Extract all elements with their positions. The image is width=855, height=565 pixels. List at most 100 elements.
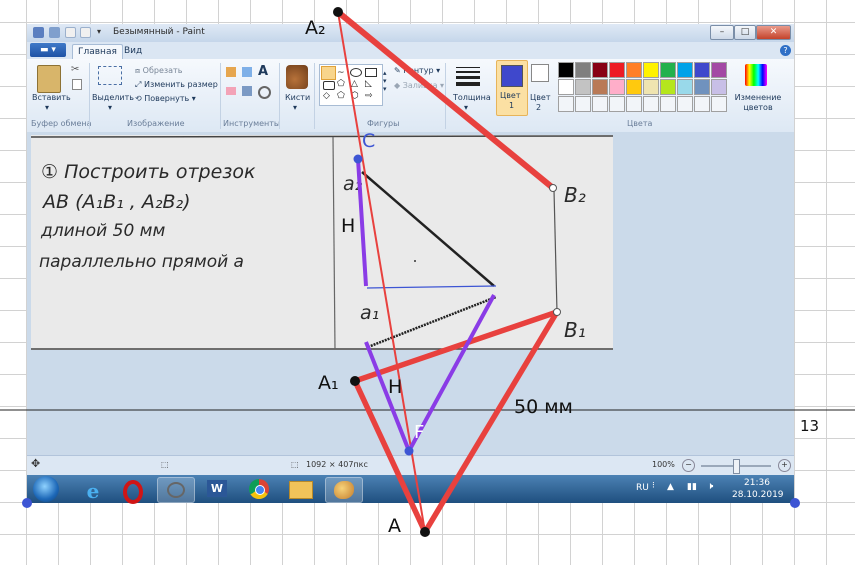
- curve-shape-icon[interactable]: ~: [337, 68, 345, 78]
- palette-swatch[interactable]: [677, 96, 693, 112]
- keyboard-layout-icon[interactable]: ⁝: [652, 481, 655, 491]
- palette-swatch[interactable]: [609, 62, 625, 78]
- color2-label[interactable]: Цвет: [530, 93, 551, 102]
- tray-arrow-icon[interactable]: ▲: [667, 482, 674, 492]
- palette-swatch[interactable]: [694, 96, 710, 112]
- language-indicator[interactable]: RU: [636, 483, 649, 493]
- tab-home[interactable]: Главная: [72, 44, 123, 60]
- palette-swatch[interactable]: [677, 79, 693, 95]
- size-icon[interactable]: [456, 67, 480, 86]
- ie-taskbar-icon[interactable]: e: [75, 477, 111, 503]
- palette-swatch[interactable]: [558, 96, 574, 112]
- color2-swatch[interactable]: [531, 64, 549, 82]
- palette-swatch[interactable]: [626, 62, 642, 78]
- palette-swatch[interactable]: [575, 79, 591, 95]
- help-icon[interactable]: ?: [780, 45, 791, 56]
- start-button[interactable]: [33, 476, 59, 502]
- diamond-shape-icon[interactable]: ◇: [323, 91, 330, 101]
- redo-icon[interactable]: [80, 27, 91, 38]
- polygon-shape-icon[interactable]: ⬠: [337, 79, 345, 89]
- palette-swatch[interactable]: [592, 79, 608, 95]
- palette-swatch[interactable]: [643, 62, 659, 78]
- select-dropdown-icon[interactable]: ▾: [108, 103, 112, 112]
- palette-swatch[interactable]: [643, 79, 659, 95]
- drawing-canvas[interactable]: ① Построить отрезок АВ (А₁В₁ , А₂В₂) дли…: [31, 135, 613, 350]
- fill-button[interactable]: ◆ Заливка ▾: [394, 81, 444, 90]
- opera-taskbar-icon[interactable]: [115, 477, 151, 504]
- crop-button[interactable]: ⧈ Обрезать: [135, 66, 182, 76]
- copy-icon[interactable]: [72, 79, 82, 90]
- paint-taskbar-icon[interactable]: [325, 477, 363, 503]
- select-icon[interactable]: [98, 66, 122, 85]
- palette-swatch[interactable]: [660, 79, 676, 95]
- palette-swatch[interactable]: [694, 62, 710, 78]
- color-picker-icon[interactable]: [242, 86, 252, 96]
- rotate-button[interactable]: ⟲ Повернуть ▾: [135, 94, 196, 103]
- arrow-shape-icon[interactable]: ⇨: [365, 91, 373, 101]
- text-tool-icon[interactable]: A: [258, 64, 268, 79]
- eraser-icon[interactable]: [226, 87, 236, 95]
- close-button[interactable]: ✕: [756, 25, 791, 40]
- palette-swatch[interactable]: [575, 96, 591, 112]
- geogebra-taskbar-icon[interactable]: [157, 477, 195, 503]
- palette-swatch[interactable]: [592, 62, 608, 78]
- size-label[interactable]: Толщина: [453, 93, 491, 102]
- palette-swatch[interactable]: [660, 62, 676, 78]
- paste-label[interactable]: Вставить: [32, 93, 71, 102]
- select-label[interactable]: Выделить: [92, 93, 134, 102]
- paste-icon[interactable]: [37, 65, 61, 93]
- paste-dropdown-icon[interactable]: ▾: [45, 103, 49, 112]
- zoom-out-button[interactable]: −: [682, 459, 695, 472]
- clock-time[interactable]: 21:36: [744, 478, 770, 488]
- resize-button[interactable]: ⤢ Изменить размер: [135, 80, 218, 90]
- palette-swatch[interactable]: [694, 79, 710, 95]
- point-a[interactable]: [420, 527, 430, 537]
- brushes-label[interactable]: Кисти: [285, 93, 310, 102]
- save-icon[interactable]: [49, 27, 60, 38]
- chrome-taskbar-icon[interactable]: [241, 477, 277, 501]
- palette-swatch[interactable]: [626, 96, 642, 112]
- line-shape-icon[interactable]: [321, 66, 336, 80]
- zoom-slider-thumb[interactable]: [733, 459, 740, 474]
- quick-access-dropdown-icon[interactable]: ▾: [97, 27, 101, 36]
- palette-swatch[interactable]: [592, 96, 608, 112]
- point-a2[interactable]: [333, 7, 343, 17]
- pencil-icon[interactable]: [226, 67, 236, 77]
- palette-swatch[interactable]: [711, 79, 727, 95]
- palette-swatch[interactable]: [558, 79, 574, 95]
- outline-button[interactable]: ✎ Контур ▾: [394, 66, 440, 75]
- palette-swatch[interactable]: [609, 96, 625, 112]
- palette-swatch[interactable]: [575, 62, 591, 78]
- edit-colors-icon[interactable]: [745, 64, 767, 86]
- palette-swatch[interactable]: [626, 79, 642, 95]
- pentagon-shape-icon[interactable]: ⬠: [337, 91, 345, 101]
- network-icon[interactable]: ▮▮: [687, 482, 697, 492]
- tab-view[interactable]: Вид: [119, 44, 147, 59]
- clock-date[interactable]: 28.10.2019: [732, 490, 784, 500]
- maximize-button[interactable]: □: [734, 25, 756, 40]
- palette-swatch[interactable]: [677, 62, 693, 78]
- undo-icon[interactable]: [65, 27, 76, 38]
- oval-shape-icon[interactable]: [350, 68, 362, 77]
- canvas-area[interactable]: ① Построить отрезок АВ (А₁В₁ , А₂В₂) дли…: [27, 132, 794, 455]
- palette-swatch[interactable]: [609, 79, 625, 95]
- triangle-shape-icon[interactable]: △: [351, 79, 358, 89]
- brushes-icon[interactable]: [286, 65, 308, 89]
- palette-swatch[interactable]: [660, 96, 676, 112]
- brushes-dropdown-icon[interactable]: ▾: [293, 103, 297, 112]
- palette-swatch[interactable]: [711, 62, 727, 78]
- rectangle-shape-icon[interactable]: [365, 68, 377, 77]
- volume-icon[interactable]: 🕨: [707, 481, 713, 492]
- rounded-rectangle-shape-icon[interactable]: [323, 81, 335, 90]
- file-menu-button[interactable]: ▬ ▾: [30, 43, 66, 57]
- explorer-taskbar-icon[interactable]: [283, 477, 319, 501]
- magnifier-icon[interactable]: [258, 86, 271, 99]
- palette-swatch[interactable]: [711, 96, 727, 112]
- fill-bucket-icon[interactable]: [242, 67, 252, 77]
- size-dropdown-icon[interactable]: ▾: [464, 103, 468, 112]
- hexagon-shape-icon[interactable]: ⬡: [351, 91, 359, 101]
- word-taskbar-icon[interactable]: W: [199, 477, 235, 501]
- right-triangle-shape-icon[interactable]: ◺: [365, 79, 372, 89]
- zoom-in-button[interactable]: +: [778, 459, 791, 472]
- palette-swatch[interactable]: [643, 96, 659, 112]
